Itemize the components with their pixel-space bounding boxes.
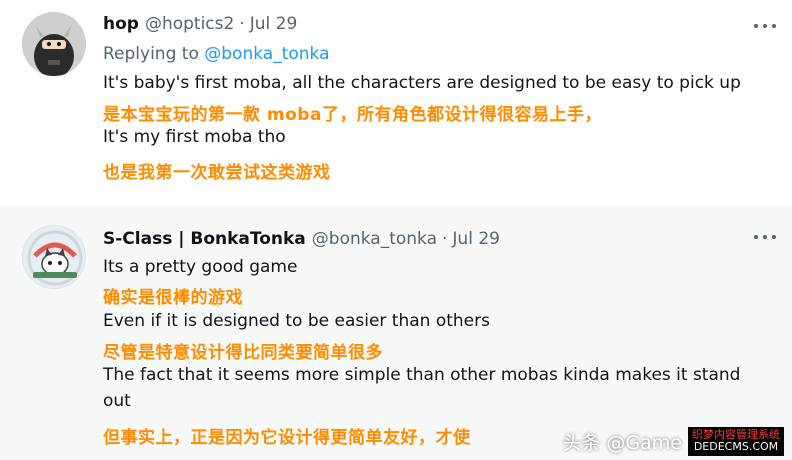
tweet-text-line: Even if it is designed to be easier than… [103,311,490,331]
tweet-date[interactable]: Jul 29 [452,229,500,249]
translation-line: 是本宝宝玩的第一款 moba了，所有角色都设计得很容易上手， [103,105,602,125]
watermark-text: 头条 @Game [562,431,682,454]
tweet-text-line: The fact that it seems more simple than … [103,365,741,385]
ninja-avatar-icon [22,12,86,76]
avatar[interactable] [22,225,86,289]
translation-line: 尽管是特意设计得比同类要简单很多 [103,343,383,363]
translation-line: 也是我第一次敢尝试这类游戏 [103,163,331,183]
tweet-bonkatonka[interactable]: S-Class | BonkaTonka @bonka_tonka · Jul … [0,206,792,460]
display-name[interactable]: S-Class | BonkaTonka [103,229,306,249]
tweet-header: S-Class | BonkaTonka @bonka_tonka · Jul … [103,229,500,249]
display-name[interactable]: hop [103,14,139,34]
tweet-date[interactable]: Jul 29 [250,14,298,34]
user-handle[interactable]: @hoptics2 [145,14,234,34]
tweet-header: hop @hoptics2 · Jul 29 [103,14,297,34]
replying-label: Replying to [103,44,199,64]
tweet-text-line: It's baby's first moba, all the characte… [103,73,741,93]
more-options-icon[interactable] [754,233,776,241]
watermark-badge: 织梦内容管理系统 DEDECMS.COM [688,426,784,456]
tweet-text-line: out [103,391,131,411]
user-handle[interactable]: @bonka_tonka [312,229,437,249]
tweet-hop[interactable]: hop @hoptics2 · Jul 29 Replying to @bonk… [0,0,792,206]
watermark-badge-bottom: DEDECMS.COM [693,440,779,454]
tweet-text-line: Its a pretty good game [103,257,298,277]
separator-dot: · [239,14,245,34]
translation-line: 但事实上，正是因为它设计得更简单友好，才使 [103,428,471,448]
watermark: 头条 @Game 织梦内容管理系统 DEDECMS.COM [562,426,784,456]
separator-dot: · [442,229,448,249]
replying-to: Replying to @bonka_tonka [103,44,329,64]
avatar[interactable] [22,12,86,76]
replying-handle-link[interactable]: @bonka_tonka [204,44,329,64]
tweet-text-line: It's my first moba tho [103,127,286,147]
more-options-icon[interactable] [754,22,776,30]
translation-line: 确实是很棒的游戏 [103,288,243,308]
cat-avatar-icon [23,226,85,288]
